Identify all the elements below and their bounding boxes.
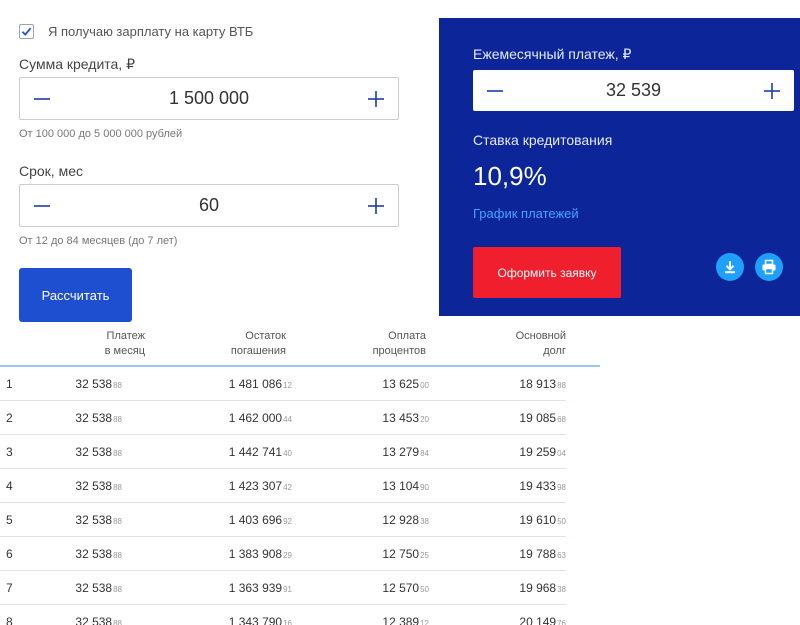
table-row: 3 32 53888 1 442 74140 13 27984 19 25904 bbox=[0, 435, 566, 469]
salary-card-label: Я получаю зарплату на карту ВТБ bbox=[48, 24, 254, 39]
amount-increase-button[interactable] bbox=[354, 78, 398, 119]
cell-interest: 12 92838 bbox=[382, 513, 429, 527]
cell-payment: 32 53888 bbox=[75, 513, 122, 527]
cell-payment: 32 53888 bbox=[75, 581, 122, 595]
amount-input[interactable]: 1 500 000 bbox=[64, 88, 354, 109]
row-number: 7 bbox=[6, 581, 13, 595]
cell-payment: 32 53888 bbox=[75, 547, 122, 561]
row-number: 8 bbox=[6, 615, 13, 625]
term-input[interactable]: 60 bbox=[64, 195, 354, 216]
cell-principal: 19 43398 bbox=[519, 479, 566, 493]
amount-stepper: 1 500 000 bbox=[19, 77, 399, 120]
cell-payment: 32 53888 bbox=[75, 479, 122, 493]
payment-increase-button[interactable] bbox=[750, 70, 794, 111]
amount-hint: От 100 000 до 5 000 000 рублей bbox=[19, 128, 183, 140]
cell-balance: 1 462 00044 bbox=[228, 411, 292, 425]
plus-icon bbox=[368, 197, 384, 214]
payment-schedule-table: Платеж в месяц Остаток погашения Оплата про… bbox=[0, 325, 600, 625]
cell-balance: 1 442 74140 bbox=[228, 445, 292, 459]
cell-balance: 1 363 93991 bbox=[228, 581, 292, 595]
payment-decrease-button[interactable] bbox=[473, 70, 517, 111]
cell-principal: 19 96838 bbox=[519, 581, 566, 595]
print-icon bbox=[762, 259, 776, 275]
header-interest: Оплата процентов bbox=[372, 330, 426, 357]
cell-principal: 20 14976 bbox=[519, 615, 566, 625]
table-row: 8 32 53888 1 343 79016 12 38912 20 14976 bbox=[0, 605, 566, 625]
download-icon bbox=[725, 261, 735, 274]
cell-interest: 13 10490 bbox=[382, 479, 429, 493]
cell-payment: 32 53888 bbox=[75, 445, 122, 459]
cell-payment: 32 53888 bbox=[75, 411, 122, 425]
rate-value: 10,9% bbox=[473, 161, 547, 191]
plus-icon bbox=[764, 82, 780, 99]
table-row: 5 32 53888 1 403 69692 12 92838 19 61050 bbox=[0, 503, 566, 537]
term-stepper: 60 bbox=[19, 184, 399, 227]
cell-balance: 1 403 69692 bbox=[228, 513, 292, 527]
print-button[interactable] bbox=[755, 253, 783, 281]
table-row: 1 32 53888 1 481 08612 13 62500 18 91388 bbox=[0, 367, 566, 401]
term-hint: От 12 до 84 месяцев (до 7 лет) bbox=[19, 235, 178, 247]
header-principal: Основной долг bbox=[515, 330, 566, 357]
download-button[interactable] bbox=[716, 253, 744, 281]
cell-interest: 12 57050 bbox=[382, 581, 429, 595]
table-row: 6 32 53888 1 383 90829 12 75025 19 78863 bbox=[0, 537, 566, 571]
monthly-payment-stepper: 32 539 bbox=[473, 70, 794, 111]
minus-icon bbox=[34, 97, 50, 100]
apply-button[interactable]: Оформить заявку bbox=[473, 247, 621, 298]
plus-icon bbox=[368, 90, 384, 107]
cell-interest: 12 75025 bbox=[382, 547, 429, 561]
row-number: 6 bbox=[6, 547, 13, 561]
row-number: 2 bbox=[6, 411, 13, 425]
cell-interest: 12 38912 bbox=[382, 615, 429, 625]
cell-balance: 1 481 08612 bbox=[228, 377, 292, 391]
row-number: 3 bbox=[6, 445, 13, 459]
salary-card-option[interactable]: Я получаю зарплату на карту ВТБ bbox=[19, 24, 253, 39]
monthly-payment-label: Ежемесячный платеж, ₽ bbox=[473, 46, 632, 62]
cell-principal: 18 91388 bbox=[519, 377, 566, 391]
row-number: 5 bbox=[6, 513, 13, 527]
table-body: 1 32 53888 1 481 08612 13 62500 18 91388 2 32 … bbox=[0, 367, 600, 625]
table-header: Платеж в месяц Остаток погашения Оплата про… bbox=[0, 325, 600, 367]
cell-interest: 13 45320 bbox=[382, 411, 429, 425]
minus-icon bbox=[34, 204, 50, 207]
calculate-button[interactable]: Рассчитать bbox=[19, 268, 132, 322]
amount-label: Сумма кредита, ₽ bbox=[19, 56, 135, 72]
cell-balance: 1 383 90829 bbox=[228, 547, 292, 561]
term-increase-button[interactable] bbox=[354, 185, 398, 226]
result-panel: Ежемесячный платеж, ₽ 32 539 Ставка кред… bbox=[439, 18, 800, 316]
payment-schedule-link[interactable]: График платежей bbox=[473, 206, 579, 221]
header-payment: Платеж в месяц bbox=[104, 330, 145, 357]
checkmark-icon bbox=[21, 27, 32, 36]
minus-icon bbox=[487, 89, 503, 92]
cell-interest: 13 62500 bbox=[382, 377, 429, 391]
table-row: 2 32 53888 1 462 00044 13 45320 19 08568 bbox=[0, 401, 566, 435]
table-row: 4 32 53888 1 423 30742 13 10490 19 43398 bbox=[0, 469, 566, 503]
term-decrease-button[interactable] bbox=[20, 185, 64, 226]
cell-balance: 1 423 30742 bbox=[228, 479, 292, 493]
term-label: Срок, мес bbox=[19, 163, 83, 179]
salary-card-checkbox[interactable] bbox=[19, 24, 34, 39]
row-number: 4 bbox=[6, 479, 13, 493]
loan-calculator: Я получаю зарплату на карту ВТБ Сумма кр… bbox=[0, 0, 800, 625]
cell-principal: 19 25904 bbox=[519, 445, 566, 459]
cell-interest: 13 27984 bbox=[382, 445, 429, 459]
cell-principal: 19 61050 bbox=[519, 513, 566, 527]
cell-principal: 19 78863 bbox=[519, 547, 566, 561]
rate-label: Ставка кредитования bbox=[473, 132, 613, 148]
row-number: 1 bbox=[6, 377, 13, 391]
amount-decrease-button[interactable] bbox=[20, 78, 64, 119]
cell-balance: 1 343 79016 bbox=[228, 615, 292, 625]
table-row: 7 32 53888 1 363 93991 12 57050 19 96838 bbox=[0, 571, 566, 605]
cell-principal: 19 08568 bbox=[519, 411, 566, 425]
cell-payment: 32 53888 bbox=[75, 377, 122, 391]
cell-payment: 32 53888 bbox=[75, 615, 122, 625]
monthly-payment-input[interactable]: 32 539 bbox=[517, 80, 750, 101]
header-balance: Остаток погашения bbox=[230, 330, 286, 357]
